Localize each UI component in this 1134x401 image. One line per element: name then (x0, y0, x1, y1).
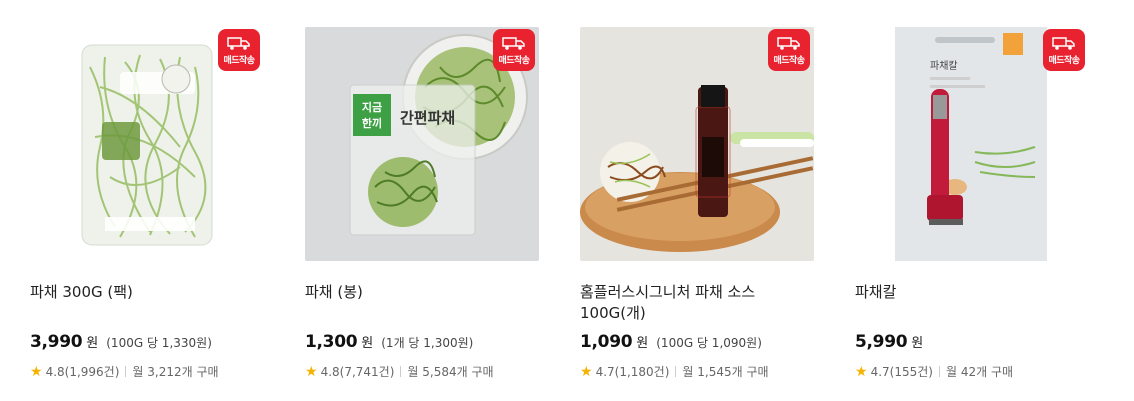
product-card[interactable]: 매드작송 홈플러스시그니처 파채 소스 100G(개) 1,090 원 (100… (580, 0, 830, 401)
product-price: 3,990 (30, 332, 83, 352)
rating-row: ★ 4.7(1,180건) 월 1,545개 구매 (580, 363, 769, 380)
currency-label: 원 (636, 336, 649, 351)
product-price: 1,090 (580, 332, 633, 352)
price-row: 5,990 원 (855, 332, 931, 352)
svg-text:파채칼: 파채칼 (930, 59, 958, 72)
price-row: 1,090 원 (100G 당 1,090원) (580, 332, 762, 352)
truck-icon (1052, 37, 1075, 50)
currency-label: 원 (361, 336, 374, 351)
badge-label: 매드작송 (498, 56, 530, 66)
product-name[interactable]: 파채 300G (팩) (30, 282, 270, 303)
badge-label: 매드작송 (223, 56, 255, 66)
product-grid: 매드작송 파채 300G (팩) 3,990 원 (100G 당 1,330원)… (0, 0, 1134, 401)
rating-text: 4.8(1,996건) (45, 365, 120, 379)
monthly-purchases: 월 5,584개 구매 (407, 365, 494, 379)
delivery-badge: 매드작송 (493, 29, 535, 71)
product-card[interactable]: 지금 한끼 간편파채 매드작송 파채 (봉) 1,300 원 (1개 당 1,3… (305, 0, 555, 401)
currency-label: 원 (86, 336, 99, 351)
delivery-badge: 매드작송 (218, 29, 260, 71)
monthly-purchases: 월 42개 구매 (945, 365, 1014, 379)
star-icon: ★ (855, 363, 868, 380)
monthly-purchases: 월 3,212개 구매 (132, 365, 219, 379)
divider (125, 366, 127, 377)
product-card[interactable]: 매드작송 파채 300G (팩) 3,990 원 (100G 당 1,330원)… (30, 0, 280, 401)
badge-label: 매드작송 (1048, 56, 1080, 66)
product-name[interactable]: 파채칼 (855, 282, 1095, 303)
product-name[interactable]: 홈플러스시그니처 파채 소스 100G(개) (580, 282, 820, 324)
rating-row: ★ 4.8(1,996건) 월 3,212개 구매 (30, 363, 219, 380)
rating-row: ★ 4.7(155건) 월 42개 구매 (855, 363, 1013, 380)
badge-label: 매드작송 (773, 56, 805, 66)
star-icon: ★ (30, 363, 43, 380)
divider (675, 366, 677, 377)
divider (400, 366, 402, 377)
product-card[interactable]: 파채칼 매드작송 파채칼 5,990 원 ★ 4.7(155건) 월 42개 구… (855, 0, 1105, 401)
rating-row: ★ 4.8(7,741건) 월 5,584개 구매 (305, 363, 494, 380)
truck-icon (777, 37, 800, 50)
delivery-badge: 매드작송 (1043, 29, 1085, 71)
star-icon: ★ (305, 363, 318, 380)
price-row: 1,300 원 (1개 당 1,300원) (305, 332, 473, 352)
product-price: 1,300 (305, 332, 358, 352)
price-row: 3,990 원 (100G 당 1,330원) (30, 332, 212, 352)
product-name[interactable]: 파채 (봉) (305, 282, 545, 303)
product-price: 5,990 (855, 332, 908, 352)
truck-icon (227, 37, 250, 50)
delivery-badge: 매드작송 (768, 29, 810, 71)
truck-icon (502, 37, 525, 50)
rating-text: 4.8(7,741건) (320, 365, 395, 379)
currency-label: 원 (911, 336, 924, 351)
svg-text:지금: 지금 (362, 100, 382, 114)
monthly-purchases: 월 1,545개 구매 (682, 365, 769, 379)
star-icon: ★ (580, 363, 593, 380)
unit-price: (100G 당 1,330원) (106, 336, 212, 350)
unit-price: (100G 당 1,090원) (656, 336, 762, 350)
rating-text: 4.7(155건) (870, 365, 933, 379)
divider (938, 366, 940, 377)
svg-text:간편파채: 간편파채 (400, 109, 455, 127)
rating-text: 4.7(1,180건) (595, 365, 670, 379)
unit-price: (1개 당 1,300원) (381, 336, 474, 350)
svg-text:한끼: 한끼 (362, 116, 382, 130)
